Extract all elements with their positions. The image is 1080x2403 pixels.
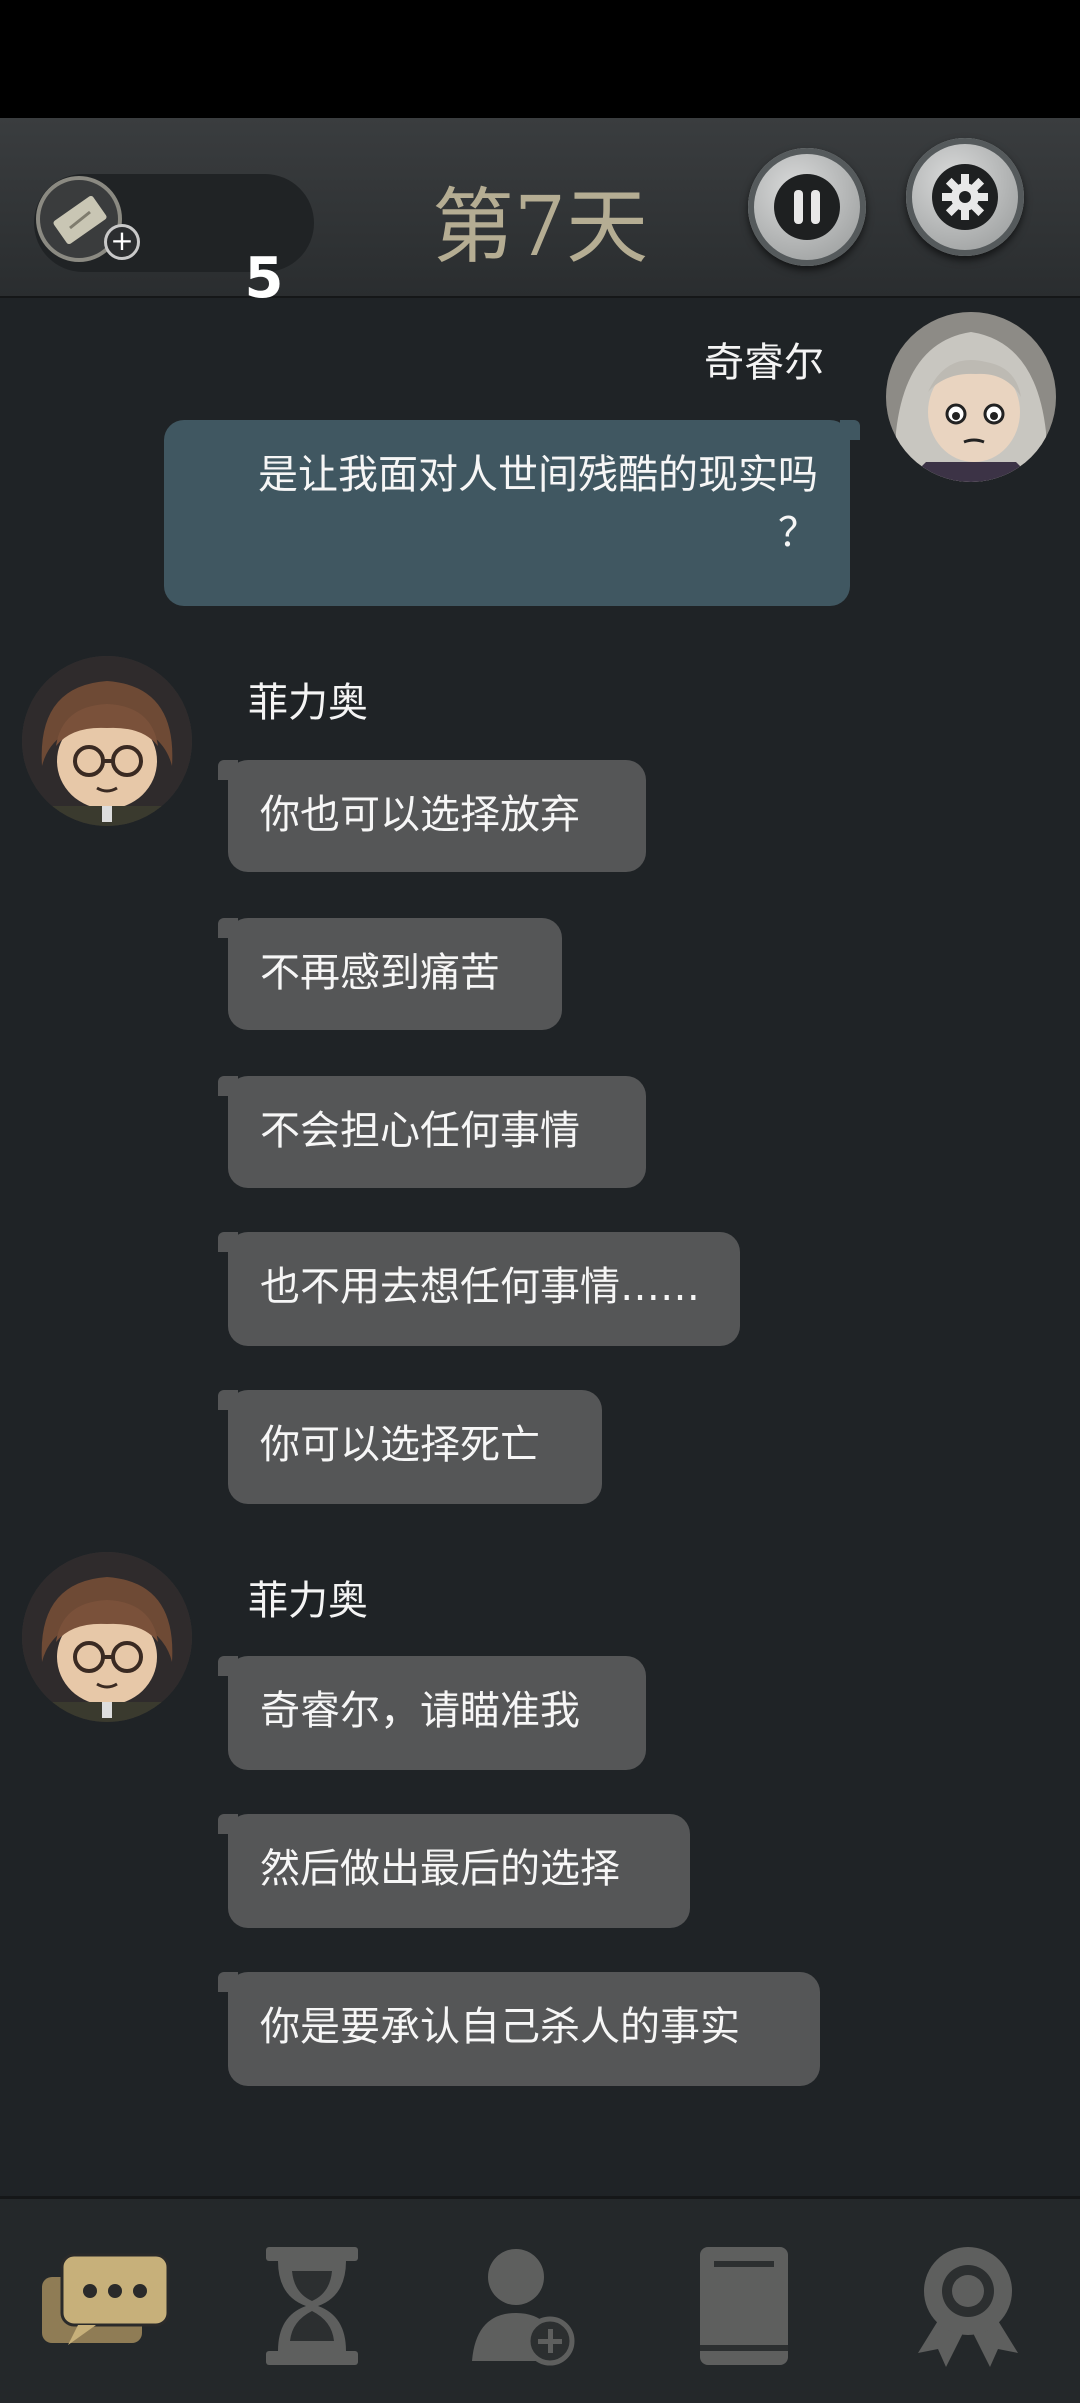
plus-icon[interactable]: + <box>104 224 140 260</box>
message-text: 是让我面对人世间残酷的现实吗 <box>258 452 818 498</box>
message-text: ？ <box>778 510 818 556</box>
message-bubble: 奇睿尔，请瞄准我 <box>218 1656 646 1770</box>
day-title: 第7天 <box>431 180 649 275</box>
avatar-qiruier[interactable] <box>886 312 1056 482</box>
message-text: 你可以选择死亡 <box>260 1422 540 1468</box>
message-bubble: 是让我面对人世间残酷的现实吗 ？ <box>164 420 860 606</box>
achievement-icon <box>918 2247 1018 2367</box>
message-bubble: 不会担心任何事情 <box>218 1076 646 1188</box>
message-text: 也不用去想任何事情…… <box>260 1264 700 1310</box>
message-bubble: 也不用去想任何事情…… <box>218 1232 740 1346</box>
message-bubble: 你是要承认自己杀人的事实 <box>218 1972 820 2086</box>
nav-hourglass[interactable] <box>262 2241 362 2371</box>
pause-icon <box>774 174 840 240</box>
message-bubble: 然后做出最后的选择 <box>218 1814 690 1928</box>
status-bar <box>0 0 1080 118</box>
nav-add-contact[interactable] <box>466 2241 576 2371</box>
settings-button[interactable] <box>906 138 1024 256</box>
hourglass-icon <box>266 2247 358 2365</box>
message-bubble: 不再感到痛苦 <box>218 918 562 1030</box>
top-bar: 5 第7天 <box>0 118 1080 311</box>
speaker-name: 奇睿尔 <box>704 340 824 386</box>
avatar-feilio[interactable] <box>22 1552 192 1722</box>
message-bubble: 你可以选择死亡 <box>218 1390 602 1504</box>
message-text: 你是要承认自己杀人的事实 <box>260 2004 740 2050</box>
speaker-name: 菲力奥 <box>248 1578 368 1624</box>
book-icon <box>700 2247 788 2365</box>
avatar-feilio[interactable] <box>22 656 192 826</box>
nav-chat[interactable] <box>38 2241 172 2371</box>
nav-achievements[interactable] <box>914 2241 1022 2371</box>
speaker-name: 菲力奥 <box>248 680 368 726</box>
message-text: 不再感到痛苦 <box>260 950 500 996</box>
pause-button[interactable] <box>748 148 866 266</box>
gear-icon <box>932 164 998 230</box>
ticket-count: 5 <box>244 246 284 311</box>
message-text: 你也可以选择放弃 <box>260 792 580 838</box>
message-bubble: 你也可以选择放弃 <box>218 760 646 872</box>
bottom-nav <box>0 2196 1080 2403</box>
message-text: 奇睿尔，请瞄准我 <box>260 1688 580 1734</box>
add-contact-icon <box>472 2249 575 2366</box>
message-text: 然后做出最后的选择 <box>260 1846 620 1892</box>
nav-book[interactable] <box>696 2241 792 2371</box>
message-text: 不会担心任何事情 <box>260 1108 580 1154</box>
chat-icon <box>42 2253 170 2345</box>
